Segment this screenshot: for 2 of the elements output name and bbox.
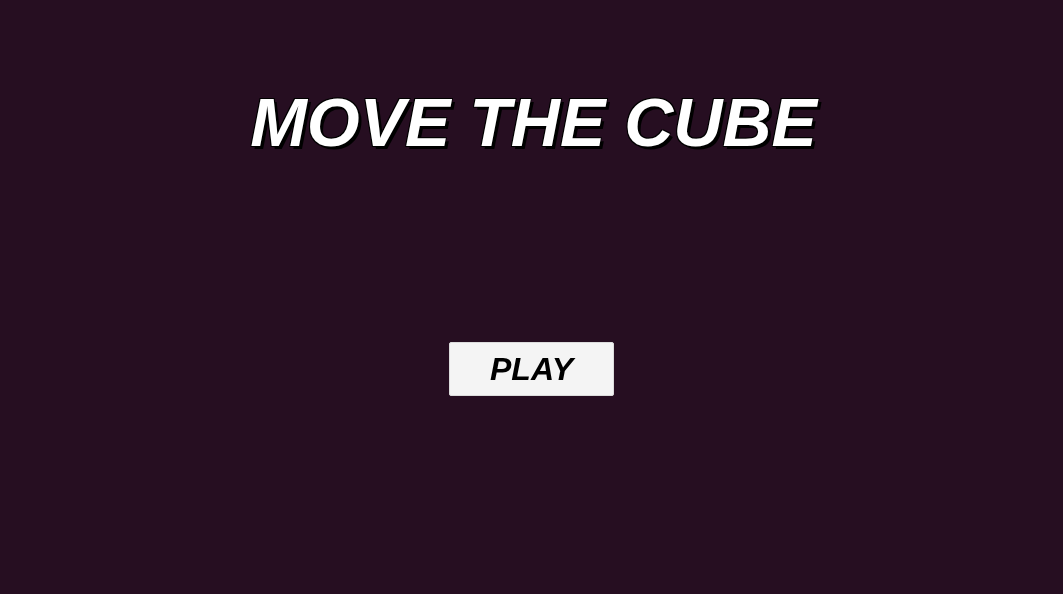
play-button[interactable]: PLAY	[449, 342, 614, 396]
game-title: MOVE THE CUBE	[250, 83, 817, 162]
